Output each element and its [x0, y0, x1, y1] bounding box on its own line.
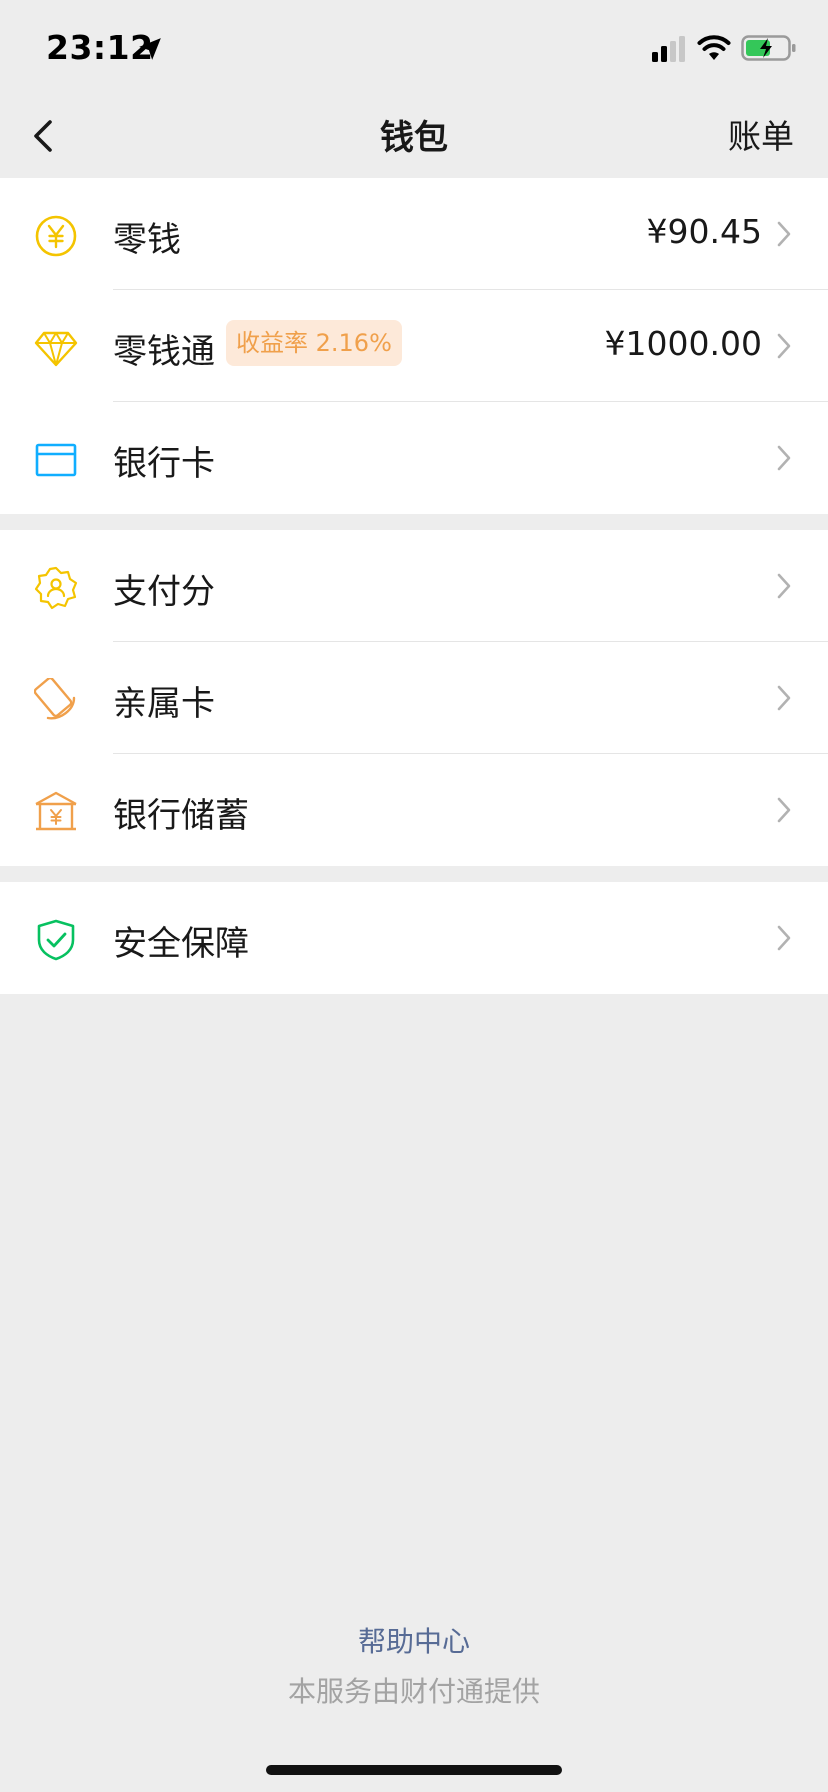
list-item-label: 亲属卡	[113, 684, 215, 724]
shield-check-icon	[37, 919, 75, 961]
wifi-icon	[697, 35, 731, 60]
list-item-label: 支付分	[113, 572, 215, 612]
change-plus-balance: ¥1000.00	[604, 324, 762, 363]
chevron-right-icon	[777, 925, 791, 951]
bills-button[interactable]: 账单	[728, 110, 794, 158]
signal-icon	[652, 36, 685, 62]
list-item-bank-cards[interactable]: 银行卡	[0, 402, 828, 514]
wallet-screen: 23:12 钱包 账单 零钱 ¥90.45 零钱通 收益率 2.16% ¥100…	[0, 0, 828, 1792]
chevron-right-icon	[777, 221, 791, 247]
list-item-label: 银行卡	[113, 444, 215, 484]
chevron-right-icon	[777, 333, 791, 359]
list-item-family-card[interactable]: 亲属卡	[0, 642, 828, 754]
list-item-label: 安全保障	[113, 924, 249, 964]
chevron-right-icon	[777, 797, 791, 823]
provider-text: 本服务由财付通提供	[287, 1675, 540, 1708]
list-item-change-plus[interactable]: 零钱通 收益率 2.16% ¥1000.00	[0, 290, 828, 402]
help-center-link[interactable]: 帮助中心	[0, 1620, 828, 1660]
chevron-right-icon	[777, 445, 791, 471]
bank-savings-icon	[35, 791, 77, 831]
family-card-icon	[34, 678, 76, 720]
status-bar: 23:12	[0, 0, 828, 100]
wallet-group-balance: 零钱 ¥90.45 零钱通 收益率 2.16% ¥1000.00 银行卡	[0, 178, 828, 514]
bank-card-icon	[35, 443, 77, 477]
pay-score-icon	[34, 566, 78, 610]
list-item-label: 银行储蓄	[113, 796, 249, 836]
list-item-pay-score[interactable]: 支付分	[0, 530, 828, 642]
yield-rate-badge: 收益率 2.16%	[226, 320, 402, 366]
page-title: 钱包	[380, 118, 448, 158]
chevron-right-icon	[777, 573, 791, 599]
list-item-security[interactable]: 安全保障	[0, 882, 828, 994]
chevron-right-icon	[777, 685, 791, 711]
location-arrow-icon	[139, 38, 161, 60]
list-item-change[interactable]: 零钱 ¥90.45	[0, 178, 828, 290]
battery-charging-icon	[741, 35, 796, 61]
home-indicator[interactable]	[266, 1765, 562, 1775]
change-balance: ¥90.45	[646, 212, 762, 251]
diamond-icon	[34, 331, 78, 367]
wallet-group-security: 安全保障	[0, 882, 828, 994]
list-item-bank-savings[interactable]: 银行储蓄	[0, 754, 828, 866]
list-item-label: 零钱通	[113, 332, 215, 372]
yuan-coin-icon	[35, 215, 77, 257]
nav-bar: 钱包 账单	[0, 100, 828, 178]
list-item-label: 零钱	[113, 220, 181, 260]
wallet-group-services: 支付分 亲属卡 银行储蓄	[0, 530, 828, 866]
